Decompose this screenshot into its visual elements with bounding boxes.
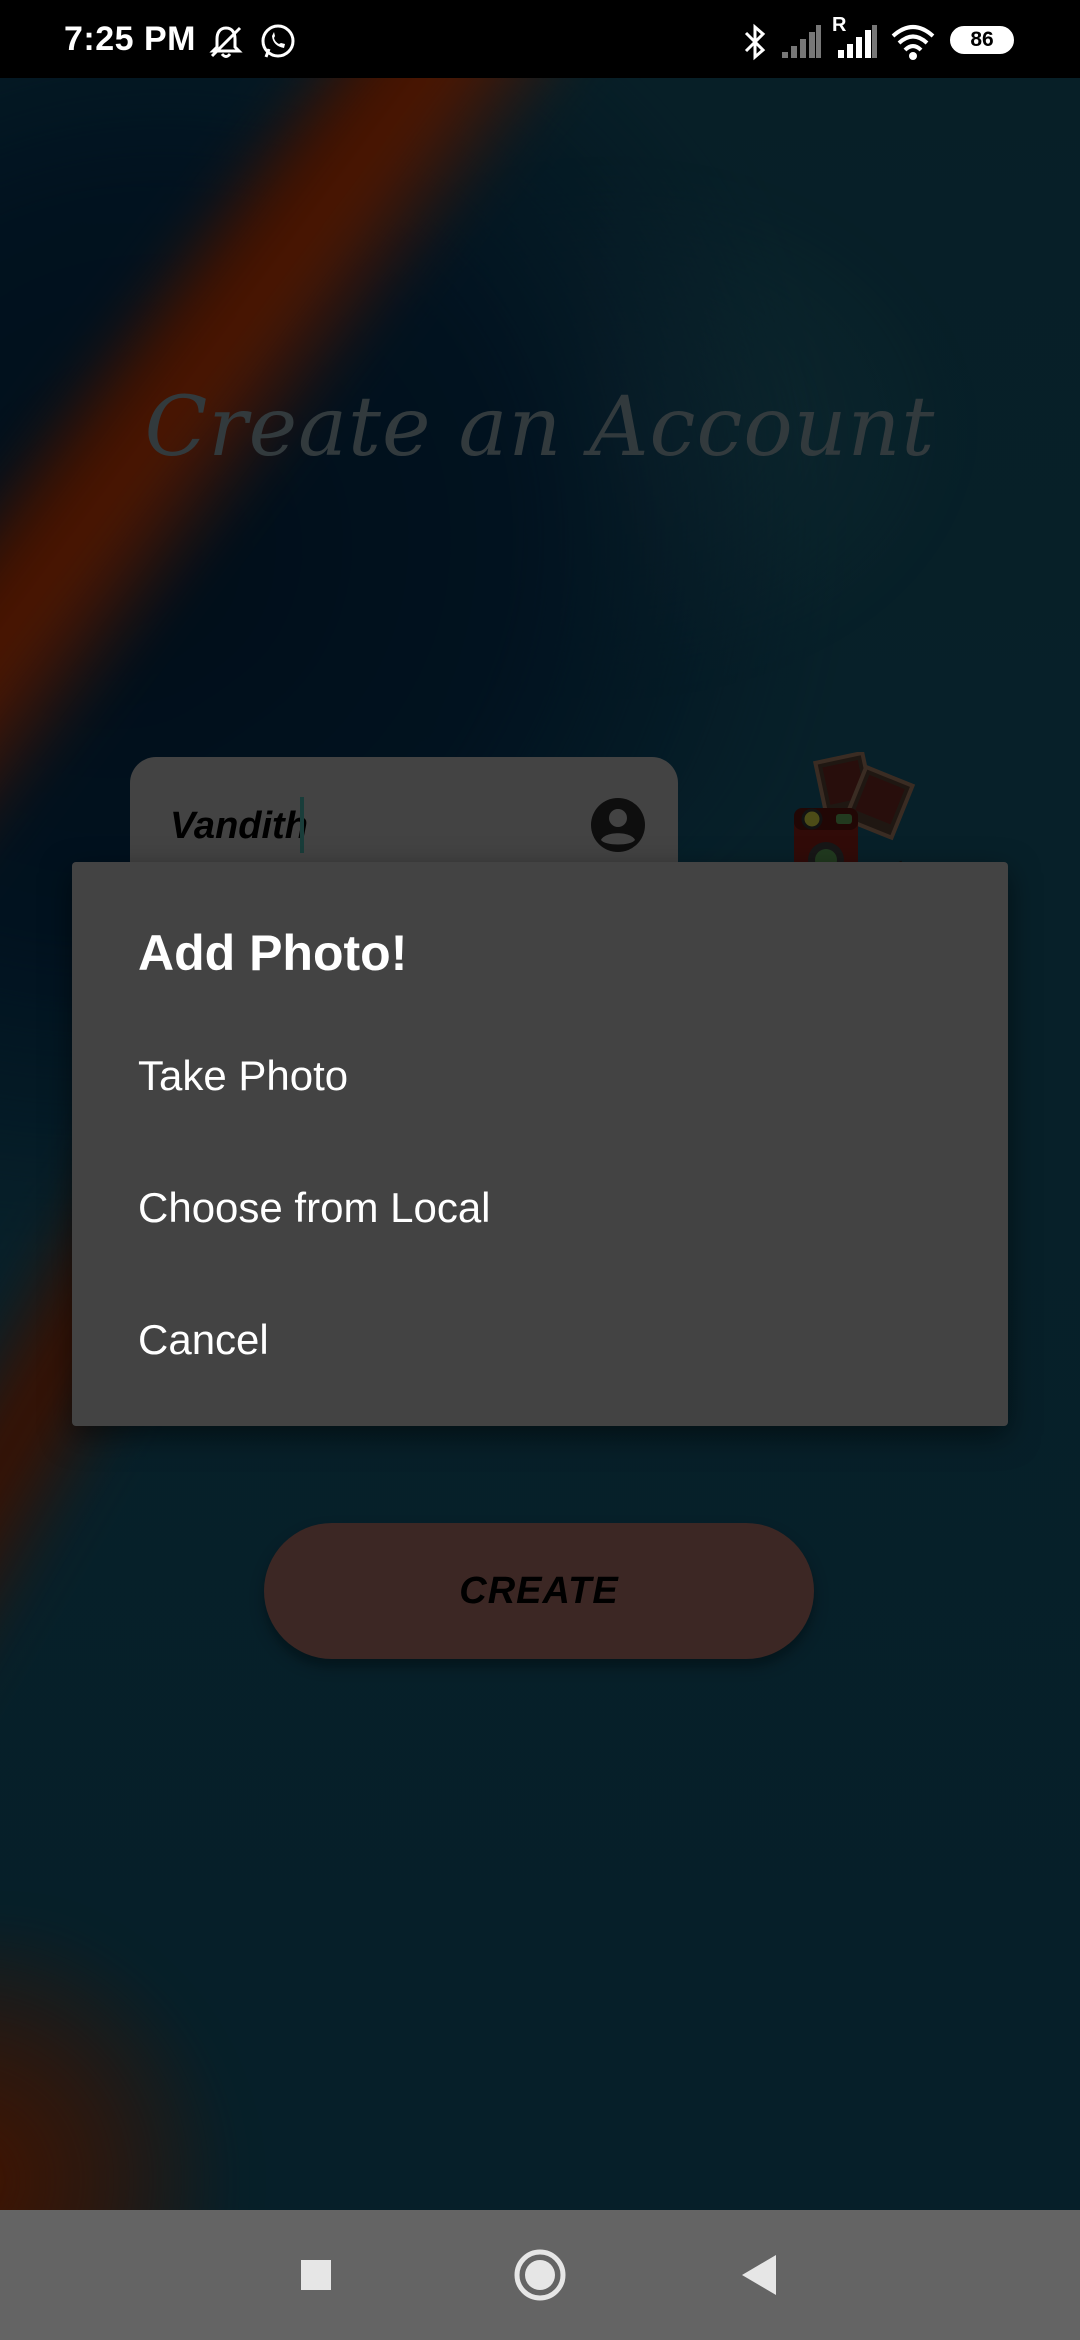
screen: Create an Account Vandith CREATE Add Pho… [0, 0, 1080, 2340]
choose-from-local-option[interactable]: Choose from Local [72, 1144, 1008, 1276]
take-photo-option[interactable]: Take Photo [72, 1012, 1008, 1144]
battery-level: 86 [970, 28, 994, 51]
choose-from-local-label: Choose from Local [138, 1184, 491, 1231]
cancel-label: Cancel [138, 1316, 269, 1363]
recents-square-icon [301, 2260, 331, 2290]
signal-icon [782, 25, 821, 58]
add-photo-dialog: Add Photo! Take Photo Choose from Local … [72, 862, 1008, 1426]
cancel-option[interactable]: Cancel [72, 1276, 1008, 1408]
home-circle-icon [514, 2249, 566, 2301]
dialog-title: Add Photo! [138, 925, 408, 981]
home-button[interactable] [500, 2235, 580, 2315]
take-photo-label: Take Photo [138, 1052, 349, 1099]
whatsapp-icon [261, 24, 295, 58]
bluetooth-icon [744, 23, 766, 61]
mute-icon [209, 26, 243, 58]
status-bar: 7:25 PM R 86 [0, 0, 1080, 78]
navigation-bar [0, 2210, 1080, 2340]
battery-icon: 86 [950, 26, 1014, 54]
roaming-signal-icon [838, 25, 877, 58]
back-button[interactable] [720, 2235, 800, 2315]
recents-button[interactable] [276, 2235, 356, 2315]
back-triangle-icon [742, 2255, 776, 2295]
status-time: 7:25 PM [64, 20, 196, 58]
wifi-icon [891, 25, 935, 60]
